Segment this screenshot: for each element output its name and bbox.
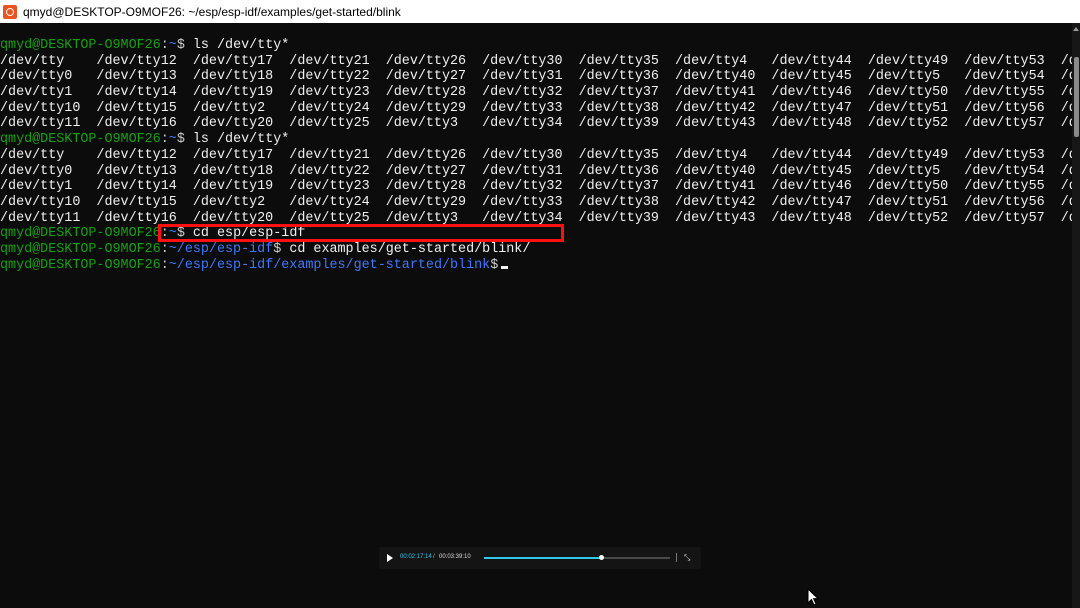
prompt-line: qmyd@DESKTOP-O9MOF26:~$ ls /dev/tty* bbox=[0, 132, 1072, 148]
prompt-user: qmyd@DESKTOP-O9MOF26 bbox=[0, 132, 161, 148]
prompt-dollar: $ bbox=[176, 38, 193, 53]
video-player-controls: 00:02:17:14 / 00:03:39:10 ⤡ bbox=[379, 547, 701, 569]
command-text: cd examples/get-started/blink/ bbox=[289, 241, 531, 257]
output-line: /dev/tty1 /dev/tty14 /dev/tty19 /dev/tty… bbox=[0, 85, 1072, 101]
output-line: /dev/tty11 /dev/tty16 /dev/tty20 /dev/tt… bbox=[0, 116, 1072, 132]
prompt-user: qmyd@DESKTOP-O9MOF26 bbox=[0, 226, 161, 242]
prompt-path: ~ bbox=[168, 38, 177, 53]
vertical-scrollbar[interactable] bbox=[1072, 23, 1080, 608]
terminal-window: qmyd@DESKTOP-O9MOF26: ~/esp/esp-idf/exam… bbox=[0, 0, 1080, 608]
output-line: /dev/tty0 /dev/tty13 /dev/tty18 /dev/tty… bbox=[0, 69, 1072, 85]
current-time: 00:02:17:14 bbox=[400, 554, 432, 560]
window-title: qmyd@DESKTOP-O9MOF26: ~/esp/esp-idf/exam… bbox=[23, 4, 401, 19]
mouse-pointer-icon bbox=[807, 588, 819, 606]
play-icon[interactable] bbox=[387, 554, 393, 562]
listing-text: /dev/tty0 /dev/tty13 /dev/tty18 /dev/tty… bbox=[0, 69, 1072, 85]
command-text: ls /dev/tty* bbox=[192, 38, 290, 53]
command-text: ls /dev/tty* bbox=[192, 132, 290, 148]
output-line: /dev/tty10 /dev/tty15 /dev/tty2 /dev/tty… bbox=[0, 195, 1072, 211]
prompt-colon: : bbox=[160, 257, 169, 273]
ubuntu-icon bbox=[3, 4, 17, 19]
prompt-user: qmyd@DESKTOP-O9MOF26 bbox=[0, 38, 161, 53]
terminal-output[interactable]: qmyd@DESKTOP-O9MOF26:~$ ls /dev/tty*/dev… bbox=[0, 38, 1072, 608]
prompt-dollar: $ bbox=[490, 257, 499, 273]
title-bar[interactable]: qmyd@DESKTOP-O9MOF26: ~/esp/esp-idf/exam… bbox=[0, 0, 1080, 23]
command-highlight-box bbox=[158, 224, 564, 242]
prompt-colon: : bbox=[160, 132, 169, 148]
prompt-colon: : bbox=[160, 241, 169, 257]
prompt-dollar: $ bbox=[176, 132, 193, 148]
total-time: 00:03:39:10 bbox=[439, 554, 471, 560]
prompt-user: qmyd@DESKTOP-O9MOF26 bbox=[0, 257, 161, 273]
control-separator bbox=[676, 553, 677, 562]
prompt-line: qmyd@DESKTOP-O9MOF26:~/esp/esp-idf$ cd e… bbox=[0, 242, 1072, 258]
fullscreen-icon[interactable]: ⤡ bbox=[684, 553, 690, 562]
output-line: /dev/tty0 /dev/tty13 /dev/tty18 /dev/tty… bbox=[0, 164, 1072, 180]
listing-text: /dev/tty0 /dev/tty13 /dev/tty18 /dev/tty… bbox=[0, 163, 1072, 179]
prompt-path: ~/esp/esp-idf bbox=[168, 241, 274, 257]
listing-text: /dev/tty1 /dev/tty14 /dev/tty19 /dev/tty… bbox=[0, 85, 1072, 101]
prompt-user: qmyd@DESKTOP-O9MOF26 bbox=[0, 241, 161, 257]
prompt-colon: : bbox=[160, 38, 169, 53]
output-line: /dev/tty10 /dev/tty15 /dev/tty2 /dev/tty… bbox=[0, 101, 1072, 117]
scroll-up-arrow-icon[interactable] bbox=[1073, 27, 1079, 31]
progress-fill bbox=[484, 557, 602, 559]
output-line: /dev/tty1 /dev/tty14 /dev/tty19 /dev/tty… bbox=[0, 179, 1072, 195]
listing-text: /dev/tty /dev/tty12 /dev/tty17 /dev/tty2… bbox=[0, 53, 1072, 69]
listing-text: /dev/tty1 /dev/tty14 /dev/tty19 /dev/tty… bbox=[0, 179, 1072, 195]
prompt-dollar: $ bbox=[273, 241, 290, 257]
listing-text: /dev/tty /dev/tty12 /dev/tty17 /dev/tty2… bbox=[0, 147, 1072, 163]
prompt-path: ~ bbox=[168, 132, 177, 148]
output-line: /dev/tty /dev/tty12 /dev/tty17 /dev/tty2… bbox=[0, 148, 1072, 164]
output-line: /dev/tty /dev/tty12 /dev/tty17 /dev/tty2… bbox=[0, 54, 1072, 70]
progress-handle[interactable] bbox=[599, 555, 605, 560]
listing-text: /dev/tty10 /dev/tty15 /dev/tty2 /dev/tty… bbox=[0, 100, 1072, 116]
time-divider: / bbox=[433, 554, 435, 560]
text-cursor bbox=[501, 265, 509, 269]
prompt-line: qmyd@DESKTOP-O9MOF26:~$ ls /dev/tty* bbox=[0, 38, 1072, 54]
listing-text: /dev/tty11 /dev/tty16 /dev/tty20 /dev/tt… bbox=[0, 116, 1072, 132]
progress-track[interactable] bbox=[484, 555, 670, 560]
prompt-path: ~/esp/esp-idf/examples/get-started/blink bbox=[168, 257, 491, 273]
listing-text: /dev/tty10 /dev/tty15 /dev/tty2 /dev/tty… bbox=[0, 194, 1072, 210]
scrollbar-thumb[interactable] bbox=[1074, 57, 1079, 137]
prompt-line: qmyd@DESKTOP-O9MOF26:~/esp/esp-idf/examp… bbox=[0, 258, 1072, 274]
